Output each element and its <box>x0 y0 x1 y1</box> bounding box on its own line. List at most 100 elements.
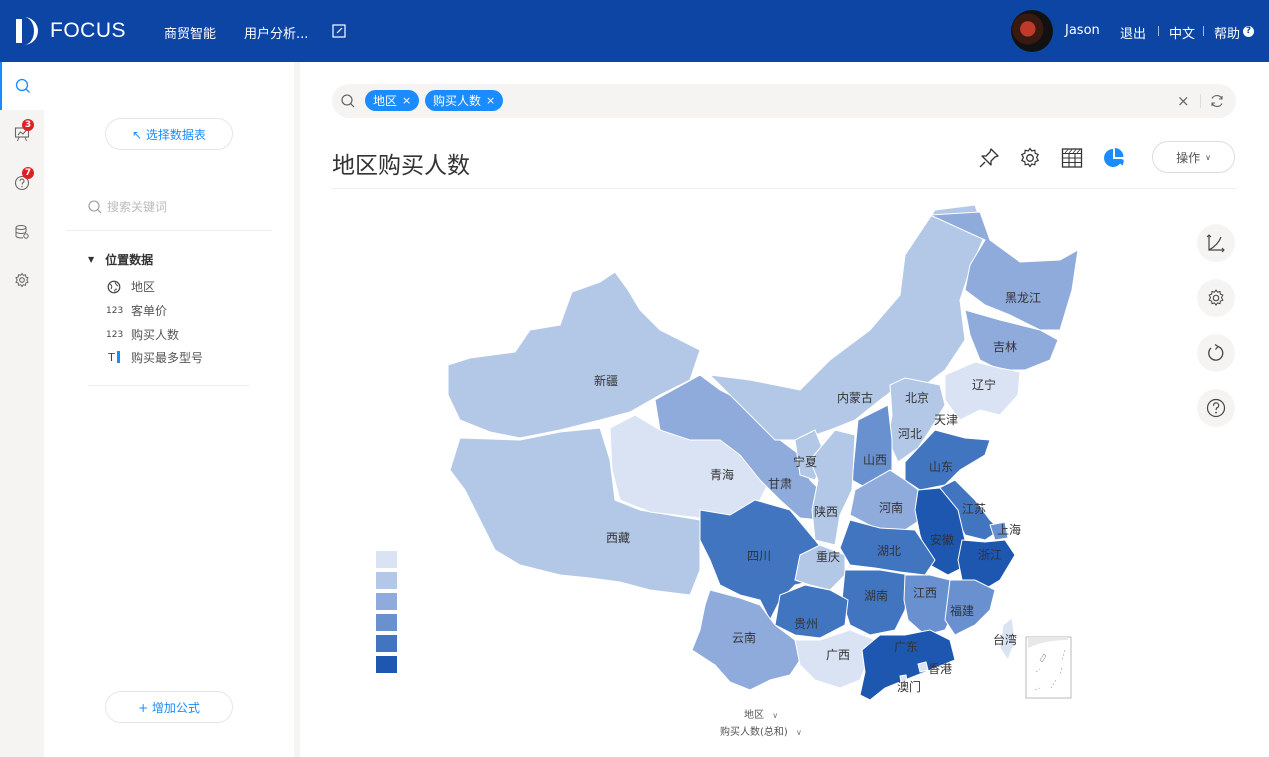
table-icon[interactable] <box>1060 146 1084 170</box>
divider <box>66 230 272 231</box>
axis-config-button[interactable] <box>1197 224 1235 262</box>
choropleth-map: 新疆西藏 青海甘肃 内蒙古 黑龙江吉林辽宁北京天津河北山西 山东 宁夏陕西 河南 江苏上海安徽… <box>447 204 1079 701</box>
rail-questions[interactable]: 7 <box>0 159 44 207</box>
tag-close-icon[interactable]: × <box>486 94 495 107</box>
tag-close-icon[interactable]: × <box>402 94 411 107</box>
search-bar[interactable]: 地区 × 购买人数 × × <box>332 84 1236 118</box>
region-label: 辽宁 <box>972 377 996 392</box>
legend-swatch[interactable] <box>376 551 397 568</box>
y-axis-label: 购买人数(总和) <box>720 727 788 738</box>
region-label: 陕西 <box>814 504 838 519</box>
map-region[interactable] <box>917 661 929 673</box>
chevron-down-icon: ∨ <box>1205 152 1211 162</box>
help-icon[interactable]: ? <box>1243 26 1254 37</box>
y-axis-selector[interactable]: 购买人数(总和) ∨ <box>720 723 802 738</box>
number-icon: 123 <box>106 329 124 340</box>
region-label: 江西 <box>913 586 937 600</box>
field-group-label: 位置数据 <box>105 253 154 267</box>
chevron-down-icon: ∨ <box>772 711 779 720</box>
pie-chart-icon[interactable] <box>1102 146 1126 170</box>
language-link[interactable]: 中文 <box>1169 23 1195 42</box>
question-icon <box>1206 398 1226 418</box>
gear-icon[interactable] <box>1018 146 1042 170</box>
divider <box>1200 94 1201 108</box>
operations-dropdown[interactable]: 操作 ∨ <box>1152 141 1235 173</box>
region-label: 甘肃 <box>768 477 792 491</box>
divider <box>332 188 1236 189</box>
field-item[interactable]: T 购买最多型号 <box>106 349 203 366</box>
region-label: 黑龙江 <box>1005 291 1041 305</box>
globe-icon <box>107 280 121 293</box>
keyword-search[interactable]: 搜索关键词 <box>88 198 167 215</box>
region-label: 湖北 <box>877 543 901 558</box>
user-name[interactable]: Jason <box>1065 23 1100 38</box>
field-item[interactable]: 123 购买人数 <box>106 326 179 343</box>
rail-settings[interactable] <box>0 256 44 304</box>
add-formula-button[interactable]: + 增加公式 <box>105 691 233 723</box>
region-label: 江苏 <box>962 502 986 516</box>
region-label: 上海 <box>997 522 1021 537</box>
legend-swatch[interactable] <box>376 572 397 589</box>
tag-label: 地区 <box>373 94 398 108</box>
x-axis-label: 地区 <box>744 710 764 721</box>
field-label: 购买最多型号 <box>131 351 204 365</box>
gear-icon <box>15 272 29 288</box>
rail-data[interactable] <box>0 208 44 256</box>
region-label: 河北 <box>898 427 922 441</box>
field-group-location[interactable]: ▼ 位置数据 <box>88 251 153 268</box>
number-icon: 123 <box>106 305 124 316</box>
clear-search-icon[interactable]: × <box>1177 92 1190 110</box>
caret-down-icon: ▼ <box>88 255 95 264</box>
legend-swatch[interactable] <box>376 635 397 652</box>
logo-text: FOCUS <box>50 19 126 42</box>
region-label: 云南 <box>732 630 756 645</box>
field-item[interactable]: 123 客单价 <box>106 302 167 319</box>
chart-help-button[interactable] <box>1197 389 1235 427</box>
region-label: 台湾 <box>993 632 1017 647</box>
region-label: 新疆 <box>594 373 618 388</box>
chart-settings-button[interactable] <box>1197 279 1235 317</box>
field-label: 地区 <box>131 280 156 294</box>
search-tag-region[interactable]: 地区 × <box>365 90 420 111</box>
search-tag-buyers[interactable]: 购买人数 × <box>425 90 504 111</box>
edit-icon[interactable] <box>332 24 346 38</box>
panel-resize-handle[interactable] <box>294 62 300 757</box>
pin-icon[interactable] <box>977 146 1001 170</box>
region-label: 山西 <box>863 453 887 467</box>
avatar[interactable] <box>1011 10 1053 52</box>
region-label: 北京 <box>905 391 929 405</box>
nav-business-intelligence[interactable]: 商贸智能 <box>164 23 216 42</box>
notification-badge: 3 <box>22 119 34 131</box>
legend-swatch[interactable] <box>376 593 397 610</box>
top-bar: FOCUS 商贸智能 用户分析... Jason 退出 中文 帮助 ? <box>0 0 1269 62</box>
keyword-search-placeholder: 搜索关键词 <box>107 200 168 214</box>
region-label: 广东 <box>894 640 918 654</box>
x-axis-selector[interactable]: 地区 ∨ <box>744 706 778 721</box>
region-label: 福建 <box>950 603 974 618</box>
notification-badge: 7 <box>22 167 34 179</box>
reload-chart-button[interactable] <box>1197 334 1235 372</box>
region-label: 贵州 <box>794 617 818 631</box>
legend-swatch[interactable] <box>376 614 397 631</box>
divider <box>1203 26 1204 36</box>
tag-label: 购买人数 <box>433 94 482 108</box>
rail-search[interactable] <box>0 62 44 110</box>
search-icon <box>341 94 355 108</box>
divider <box>88 385 250 386</box>
region-label: 重庆 <box>816 550 840 564</box>
nav-user-analysis[interactable]: 用户分析... <box>244 23 308 42</box>
help-link[interactable]: 帮助 <box>1214 23 1240 42</box>
database-icon <box>15 225 29 239</box>
search-icon <box>88 199 102 213</box>
legend-swatch[interactable] <box>376 656 397 673</box>
logo[interactable]: FOCUS <box>14 15 126 47</box>
search-icon <box>15 78 30 93</box>
select-table-button[interactable]: ↖ 选择数据表 <box>105 118 233 150</box>
region-label: 宁夏 <box>793 454 817 469</box>
south-china-sea-inset <box>1025 636 1072 699</box>
field-item[interactable]: 地区 <box>106 278 155 295</box>
rail-presentation[interactable]: 3 <box>0 110 44 158</box>
logout-link[interactable]: 退出 <box>1120 23 1146 42</box>
refresh-icon[interactable] <box>1209 93 1225 109</box>
region-label: 河南 <box>879 500 903 515</box>
